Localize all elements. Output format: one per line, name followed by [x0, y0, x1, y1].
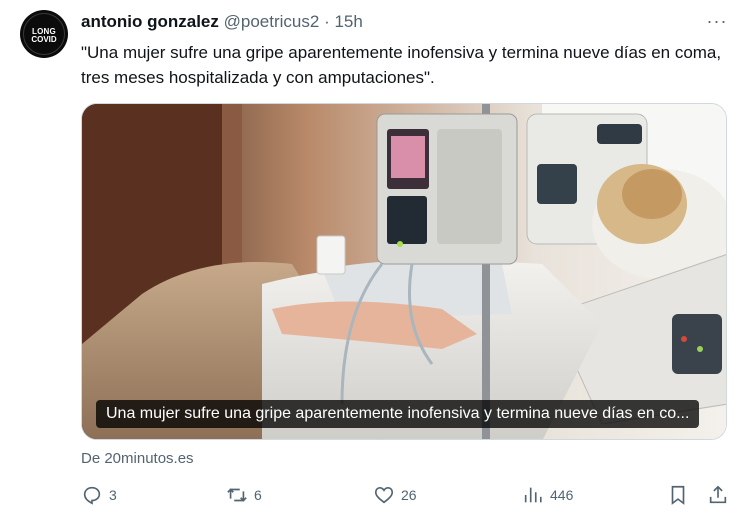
repost-button[interactable]: 6 [226, 483, 262, 507]
bookmark-button[interactable] [667, 483, 689, 507]
more-icon[interactable]: ··· [704, 9, 730, 33]
reply-button[interactable]: 3 [81, 483, 117, 507]
separator-dot: · [324, 12, 330, 31]
like-icon [374, 487, 394, 504]
bookmark-icon [671, 485, 685, 505]
tweet-header: antonio gonzalez @poetricus2 · 15h [81, 11, 363, 33]
tweet-text: "Una mujer sufre una gripe aparentemente… [81, 43, 722, 87]
repost-count: 6 [254, 487, 262, 503]
author-handle[interactable]: @poetricus2 [224, 12, 320, 31]
avatar[interactable]: LONG COVID [20, 10, 68, 58]
card-caption: Una mujer sufre una gripe aparentemente … [96, 400, 700, 428]
views-button[interactable]: 446 [522, 483, 573, 507]
card-image [82, 104, 726, 439]
views-icon [524, 487, 542, 503]
link-card[interactable]: Una mujer sufre una gripe aparentemente … [81, 103, 727, 440]
reply-icon [83, 486, 101, 505]
views-count: 446 [550, 487, 574, 503]
repost-icon [227, 488, 247, 502]
like-count: 26 [401, 487, 417, 503]
avatar-text-line2: COVID [31, 35, 57, 44]
card-source[interactable]: De 20minutos.es [81, 450, 194, 467]
like-button[interactable]: 26 [373, 483, 417, 507]
reply-count: 3 [109, 487, 117, 503]
author-name[interactable]: antonio gonzalez [81, 12, 219, 31]
share-icon [709, 485, 727, 504]
timestamp[interactable]: 15h [334, 12, 362, 31]
share-button[interactable] [707, 483, 729, 507]
action-bar: 3 6 26 446 [81, 483, 731, 507]
